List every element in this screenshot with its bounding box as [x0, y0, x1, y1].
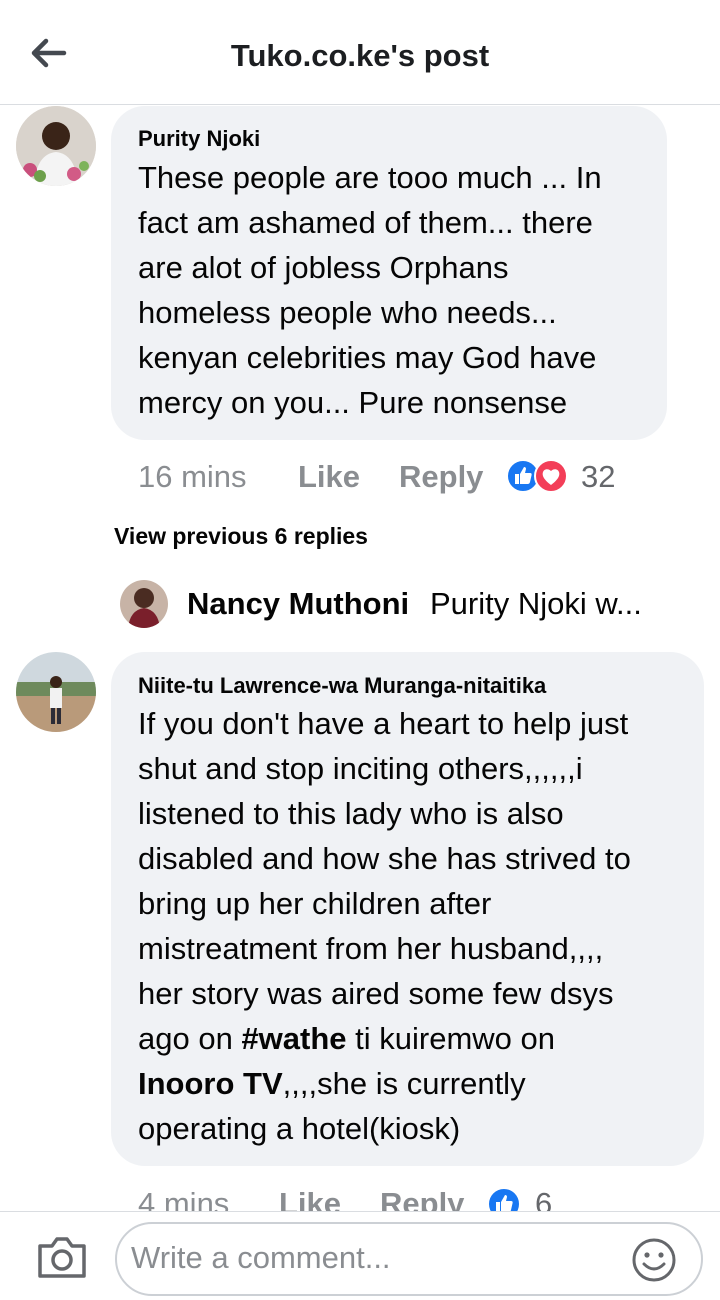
- avatar[interactable]: [16, 652, 96, 732]
- comment-line: These people are tooo much ... In: [138, 160, 602, 195]
- comment-line: shut and stop inciting others,,,,,,i: [138, 751, 583, 786]
- comment-text: These people are tooo much ... In fact a…: [138, 155, 602, 425]
- view-previous-replies-link[interactable]: View previous 6 replies: [114, 523, 368, 550]
- comment-line: Inooro TV,,,,she is currently: [138, 1066, 526, 1101]
- reaction-count[interactable]: 32: [581, 459, 615, 495]
- mention-inooro-tv[interactable]: Inooro TV: [138, 1066, 283, 1101]
- reply-preview: Purity Njoki w...: [430, 586, 642, 621]
- comment-text: If you don't have a heart to help just s…: [138, 701, 631, 1151]
- reply-button[interactable]: Reply: [399, 459, 483, 495]
- camera-icon[interactable]: [36, 1234, 88, 1280]
- latest-reply-row[interactable]: Nancy Muthoni Purity Njoki w...: [120, 580, 700, 628]
- comment-line: ago on #wathe ti kuiremwo on: [138, 1021, 556, 1056]
- hashtag-wathe[interactable]: #wathe: [241, 1021, 346, 1056]
- top-bar: Tuko.co.ke's post: [0, 0, 720, 105]
- comment-line: her story was aired some few dsys: [138, 976, 614, 1011]
- comment-line: If you don't have a heart to help just: [138, 706, 629, 741]
- comment-line: mercy on you... Pure nonsense: [138, 385, 568, 420]
- comment-line: fact am ashamed of them... there: [138, 205, 593, 240]
- like-button[interactable]: Like: [298, 459, 360, 495]
- avatar: [120, 580, 168, 628]
- comment-author[interactable]: Purity Njoki: [138, 126, 260, 152]
- comment-line: listened to this lady who is also: [138, 796, 564, 831]
- comment-input[interactable]: Write a comment...: [115, 1222, 703, 1296]
- comment-timestamp: 16 mins: [138, 459, 247, 494]
- love-reaction-icon[interactable]: [533, 458, 569, 494]
- emoji-icon[interactable]: [630, 1236, 678, 1284]
- comment-composer: Write a comment...: [0, 1211, 720, 1300]
- comment-author[interactable]: Niite-tu Lawrence-wa Muranga-nitaitika: [138, 673, 546, 699]
- avatar[interactable]: [16, 106, 96, 186]
- reply-author: Nancy Muthoni: [187, 586, 410, 621]
- comment-line: mistreatment from her husband,,,,: [138, 931, 604, 966]
- comment-line: kenyan celebrities may God have: [138, 340, 597, 375]
- comment-line: are alot of jobless Orphans: [138, 250, 509, 285]
- comment-line: operating a hotel(kiosk): [138, 1111, 461, 1146]
- comment-input-placeholder: Write a comment...: [131, 1240, 391, 1275]
- comment-line: bring up her children after: [138, 886, 492, 921]
- comment-line: disabled and how she has strived to: [138, 841, 631, 876]
- comment-line: homeless people who needs...: [138, 295, 557, 330]
- page-title: Tuko.co.ke's post: [230, 38, 490, 73]
